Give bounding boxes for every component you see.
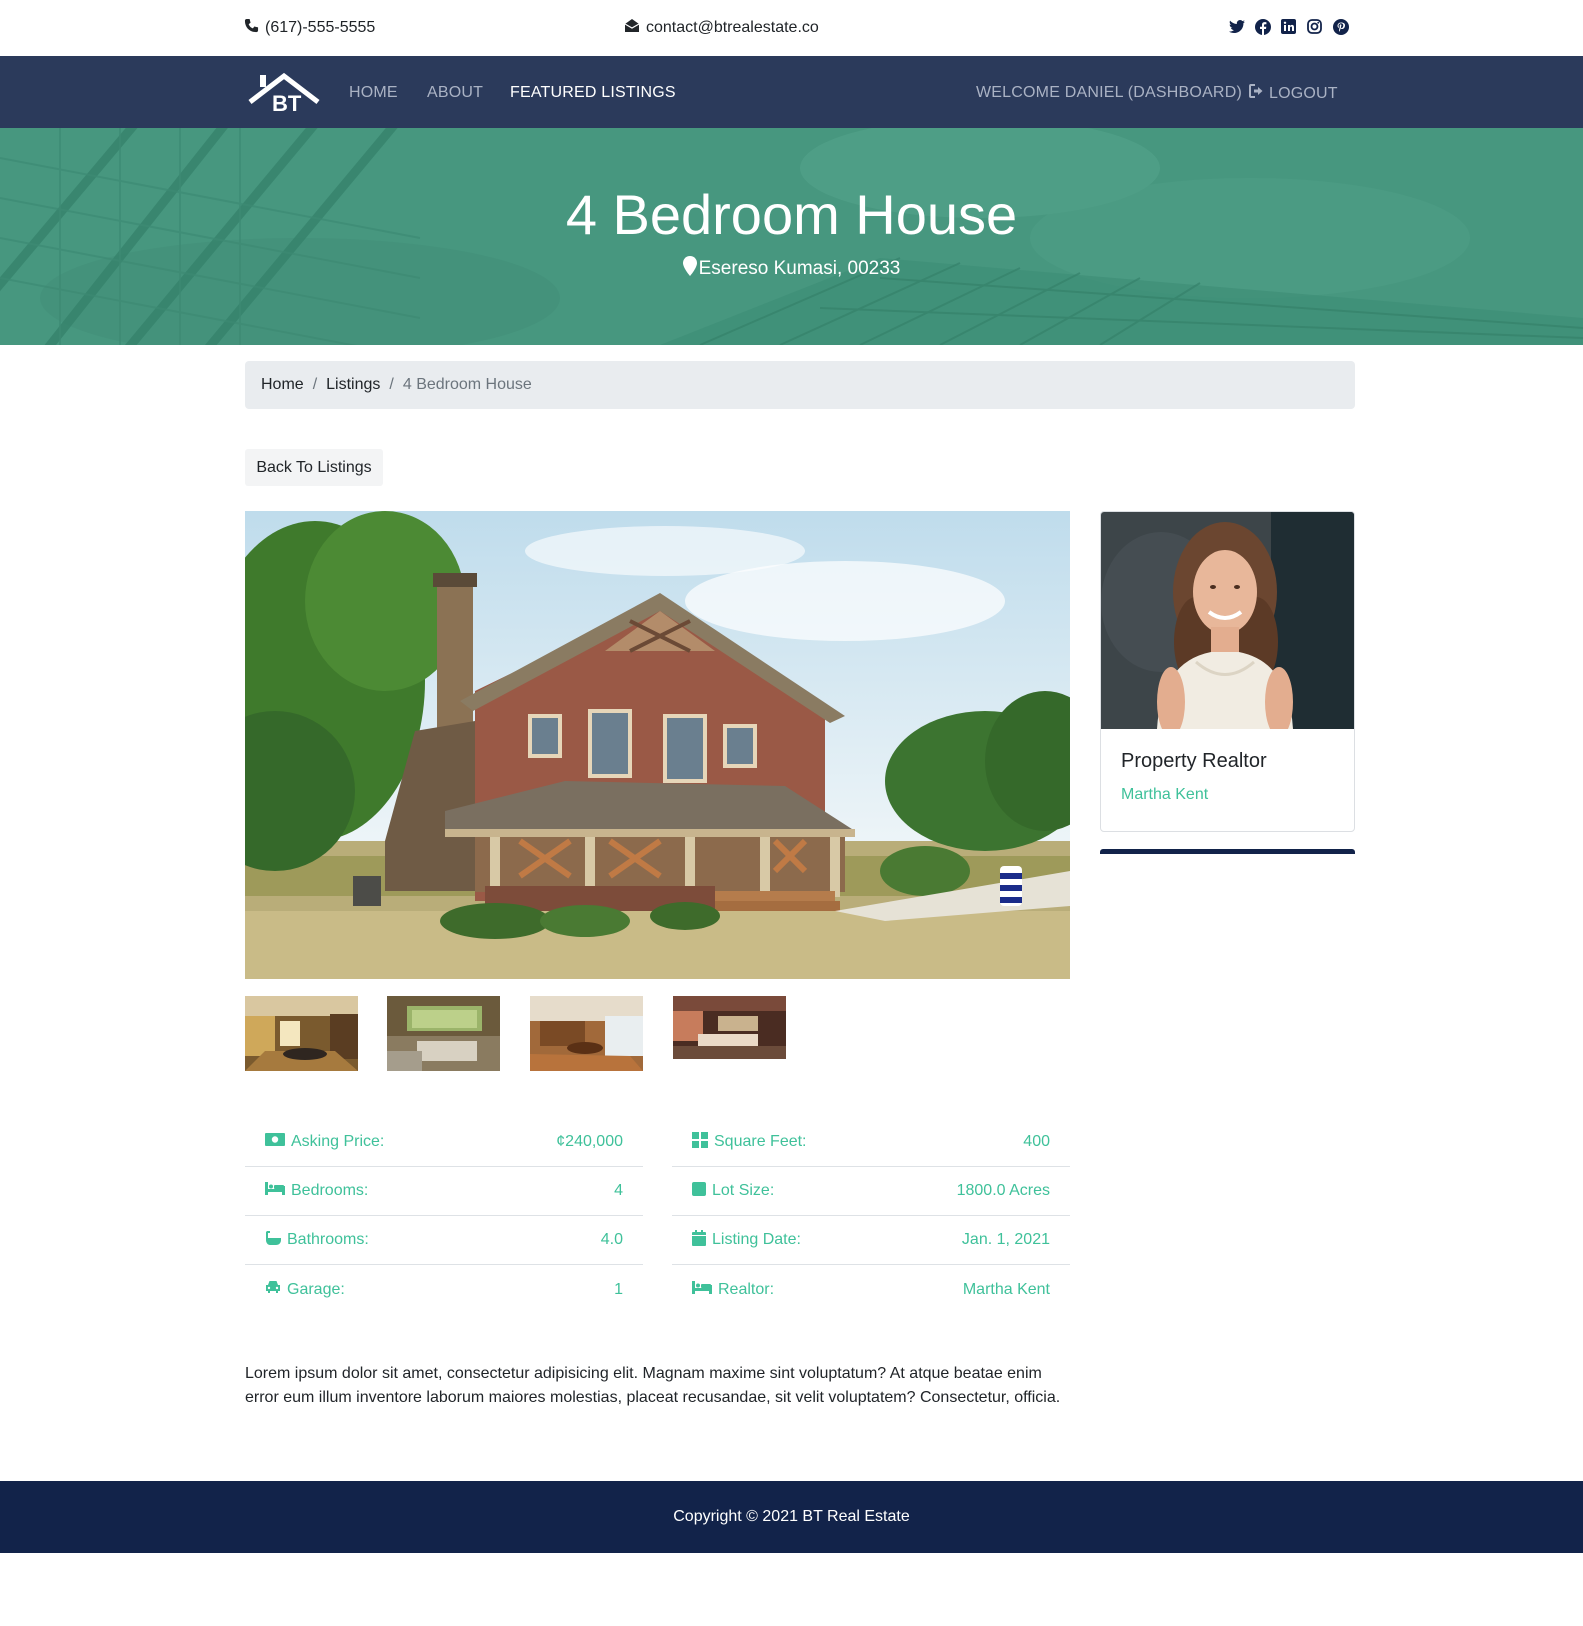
bath-icon [265, 1230, 281, 1251]
detail-label: Bathrooms: [287, 1231, 369, 1248]
detail-label: Listing Date: [712, 1231, 801, 1248]
bed-icon [692, 1280, 712, 1299]
listing-title: 4 Bedroom House [565, 183, 1018, 246]
site-footer: Copyright © 2021 BT Real Estate [0, 1481, 1583, 1553]
listing-hero-banner: 4 Bedroom House Esereso Kumasi, 00233 [0, 128, 1583, 345]
location-text: Esereso Kumasi, 00233 [698, 258, 901, 279]
linkedin-icon[interactable] [1280, 18, 1297, 35]
nav-about[interactable]: ABOUT [427, 84, 483, 102]
breadcrumb-home[interactable]: Home [261, 376, 304, 394]
sidebar-divider [1100, 849, 1355, 854]
detail-value: 4.0 [600, 1231, 623, 1248]
pinterest-icon[interactable] [1332, 18, 1349, 35]
detail-value: 400 [1023, 1133, 1050, 1150]
detail-value: 4 [614, 1182, 623, 1199]
logo-text: BT [272, 91, 302, 116]
listing-details-left: Asking Price: ¢240,000 Bedrooms: 4 Bathr… [245, 1118, 643, 1314]
listing-details-right: Square Feet: 400 Lot Size: 1800.0 Acres … [672, 1118, 1070, 1314]
nav-dashboard[interactable]: WELCOME DANIEL (DASHBOARD) [976, 84, 1242, 102]
car-icon [265, 1280, 281, 1299]
detail-label: Realtor: [718, 1280, 775, 1298]
main-navbar: BT HOME ABOUT FEATURED LISTINGS WELCOME … [0, 56, 1583, 128]
square-icon [692, 1181, 706, 1201]
detail-label: Square Feet: [714, 1133, 807, 1150]
breadcrumb-current: 4 Bedroom House [402, 376, 532, 393]
detail-lot-size: Lot Size: 1800.0 Acres [672, 1167, 1070, 1216]
phone-icon [244, 18, 259, 38]
detail-bedrooms: Bedrooms: 4 [245, 1167, 643, 1216]
nav-featured-listings[interactable]: FEATURED LISTINGS [510, 84, 676, 102]
email-text: contact@btrealestate.co [646, 19, 819, 36]
detail-label: Asking Price: [291, 1133, 385, 1150]
detail-listing-date: Listing Date: Jan. 1, 2021 [672, 1216, 1070, 1265]
detail-value: 1800.0 Acres [956, 1182, 1050, 1199]
logout-label: LOGOUT [1269, 84, 1338, 102]
money-icon [265, 1133, 285, 1151]
instagram-icon[interactable] [1306, 18, 1323, 35]
phone-text: (617)-555-5555 [265, 19, 376, 36]
detail-garage: Garage: 1 [245, 1265, 643, 1314]
realtor-name-link[interactable]: Martha Kent [1121, 786, 1208, 804]
detail-bathrooms: Bathrooms: 4.0 [245, 1216, 643, 1265]
logout-link[interactable]: LOGOUT [1249, 84, 1338, 103]
detail-value: ¢240,000 [556, 1133, 623, 1150]
nav-home[interactable]: HOME [349, 84, 398, 102]
detail-value: 1 [614, 1280, 623, 1298]
listing-thumbnail[interactable] [530, 996, 643, 1071]
detail-value: Jan. 1, 2021 [961, 1231, 1050, 1248]
detail-realtor: Realtor: Martha Kent [672, 1265, 1070, 1314]
realtor-photo [1101, 512, 1354, 737]
detail-label: Bedrooms: [291, 1182, 369, 1199]
calendar-icon [692, 1229, 706, 1251]
grid-icon [692, 1131, 708, 1153]
listing-description: Lorem ipsum dolor sit amet, consectetur … [245, 1365, 1061, 1406]
detail-label: Garage: [287, 1280, 345, 1298]
breadcrumb-separator: / [389, 376, 394, 393]
map-marker-icon [682, 256, 697, 282]
listing-main-photo[interactable] [245, 511, 1070, 979]
listing-thumbnail[interactable] [387, 996, 500, 1071]
realtor-card: Property Realtor Martha Kent [1100, 511, 1355, 832]
brand-logo[interactable]: BT [246, 68, 322, 116]
breadcrumb-separator: / [312, 376, 318, 393]
social-links [1228, 18, 1349, 35]
detail-value: Martha Kent [962, 1280, 1050, 1298]
twitter-icon[interactable] [1228, 18, 1245, 35]
detail-label: Lot Size: [712, 1182, 775, 1199]
detail-square-feet: Square Feet: 400 [672, 1118, 1070, 1167]
top-contact-bar: (617)-555-5555 contact@btrealestate.co [0, 0, 1583, 56]
envelope-open-icon [624, 18, 640, 38]
listing-thumbnail[interactable] [245, 996, 358, 1071]
email-contact: contact@btrealestate.co [624, 18, 819, 38]
phone-contact: (617)-555-5555 [244, 18, 375, 38]
breadcrumb: Home / Listings / 4 Bedroom House [245, 361, 1355, 409]
listing-location: Esereso Kumasi, 00233 [0, 256, 1583, 282]
sign-out-icon [1249, 84, 1265, 103]
realtor-card-title: Property Realtor [1121, 750, 1267, 772]
bed-icon [265, 1182, 285, 1200]
listing-thumbnail[interactable] [673, 996, 786, 1059]
facebook-icon[interactable] [1254, 18, 1271, 35]
copyright-text: Copyright © 2021 BT Real Estate [673, 1508, 910, 1525]
detail-asking-price: Asking Price: ¢240,000 [245, 1118, 643, 1167]
breadcrumb-listings[interactable]: Listings [326, 376, 380, 394]
back-to-listings-button[interactable]: Back To Listings [245, 449, 383, 486]
